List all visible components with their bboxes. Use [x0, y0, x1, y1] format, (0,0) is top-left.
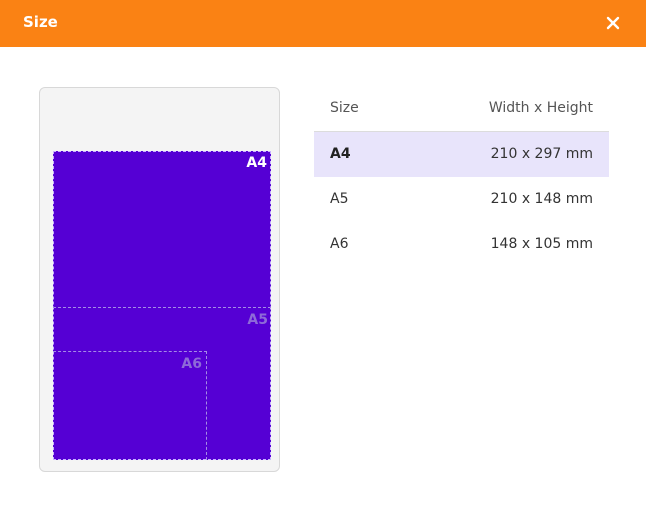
size-cell: A6 [330, 236, 349, 252]
paper-a6-label: A6 [181, 356, 202, 372]
paper-size-preview: A4 A5 A6 [39, 87, 280, 472]
close-button[interactable] [603, 13, 623, 33]
dimensions-cell: 210 x 148 mm [490, 191, 593, 207]
table-row-a6[interactable]: A6 148 x 105 mm [314, 222, 609, 267]
size-column-header: Size [330, 100, 359, 116]
table-row-a4[interactable]: A4 210 x 297 mm [314, 132, 609, 177]
close-icon[interactable] [603, 13, 623, 33]
dialog-title: Size [23, 13, 58, 31]
dimensions-cell: 210 x 297 mm [490, 146, 593, 162]
dimensions-column-header: Width x Height [488, 100, 593, 116]
size-cell: A4 [330, 146, 351, 162]
paper-a6-outline: A6 [53, 351, 207, 460]
paper-a5-label: A5 [247, 312, 268, 328]
size-cell: A5 [330, 191, 349, 207]
table-row-a5[interactable]: A5 210 x 148 mm [314, 177, 609, 222]
table-header: Size Width x Height [314, 87, 609, 132]
dimensions-cell: 148 x 105 mm [490, 236, 593, 252]
paper-a4-label: A4 [246, 155, 267, 171]
size-table: Size Width x Height A4 210 x 297 mm A5 2… [314, 87, 609, 267]
dialog-header: Size [0, 0, 646, 47]
